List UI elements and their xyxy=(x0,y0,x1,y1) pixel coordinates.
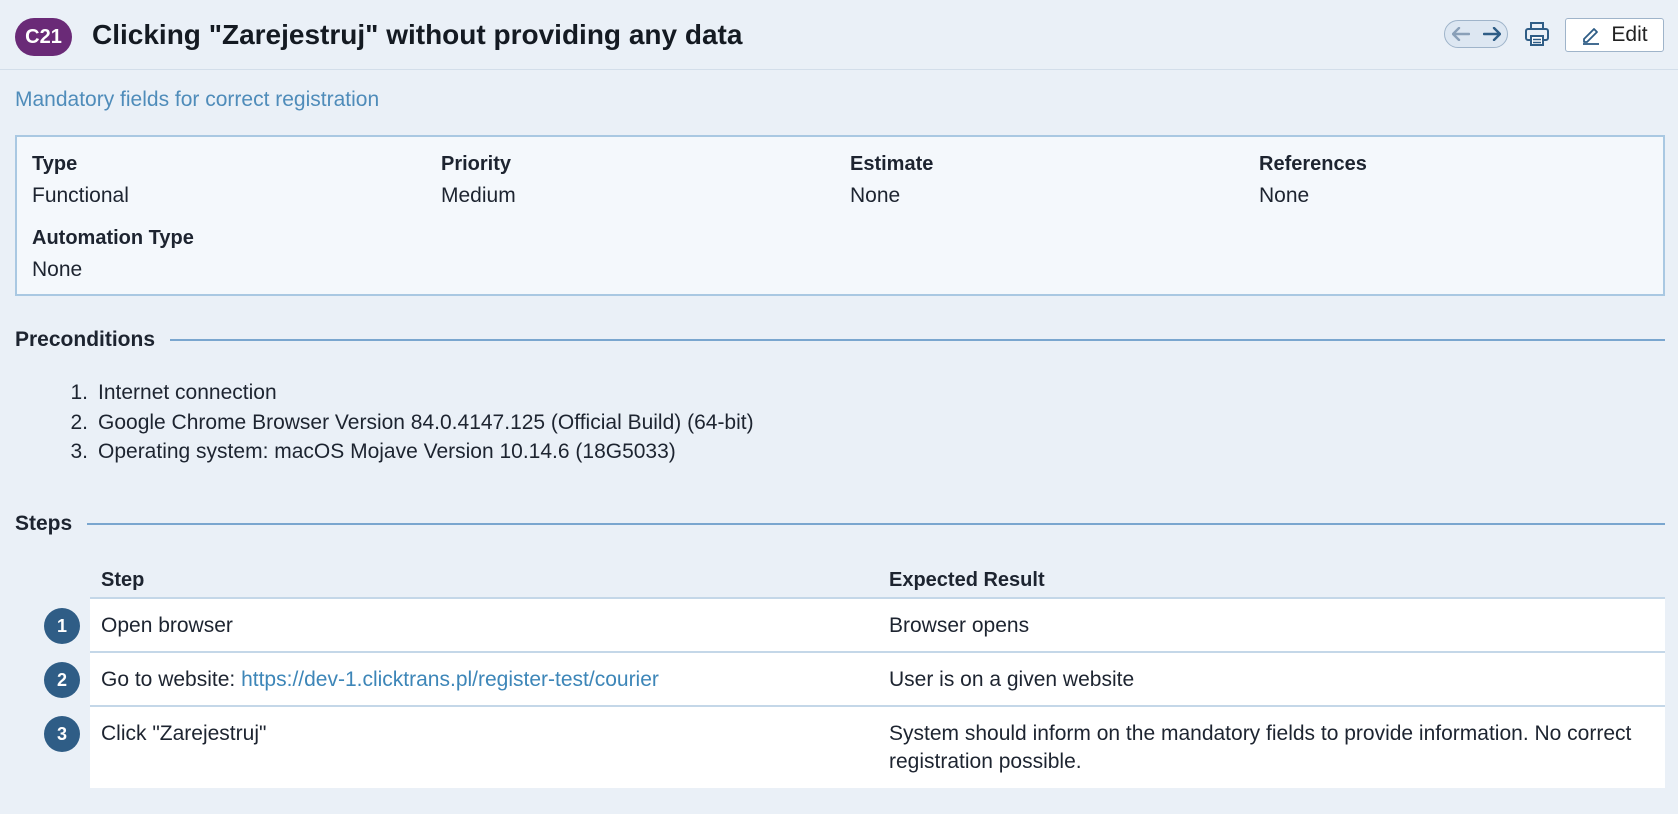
property-value: Functional xyxy=(32,184,129,207)
divider xyxy=(87,523,1665,525)
expected-result: System should inform on the mandatory fi… xyxy=(889,722,1632,773)
print-button[interactable] xyxy=(1523,20,1551,48)
step-text: Go to website: https://dev-1.clicktrans.… xyxy=(101,668,659,691)
property-value: None xyxy=(1259,184,1310,207)
step-text: Open browser xyxy=(101,614,233,637)
page-title: Clicking "Zarejestruj" without providing… xyxy=(92,19,743,50)
property-type: Type Functional xyxy=(32,153,129,208)
property-priority: Priority Medium xyxy=(441,153,516,208)
property-value: None xyxy=(850,184,901,207)
page-header: C21 Clicking "Zarejestruj" without provi… xyxy=(0,0,1678,70)
property-label: Automation Type xyxy=(32,227,194,249)
list-item: 1. Internet connection xyxy=(70,381,277,404)
table-row: 2 Go to website: https://dev-1.clicktran… xyxy=(44,653,1665,707)
previous-case-button[interactable] xyxy=(1445,21,1476,47)
website-link[interactable]: https://dev-1.clicktrans.pl/register-tes… xyxy=(241,668,659,691)
section-subtitle: Mandatory fields for correct registratio… xyxy=(15,88,380,111)
edit-button-label: Edit xyxy=(1611,23,1648,46)
column-header-expected: Expected Result xyxy=(889,569,1045,591)
property-automation-type: Automation Type None xyxy=(32,227,194,282)
step-number-badge: 1 xyxy=(44,608,80,644)
expected-result: User is on a given website xyxy=(889,668,1135,691)
property-value: Medium xyxy=(441,184,516,207)
expected-result: Browser opens xyxy=(889,614,1030,637)
step-number-badge: 2 xyxy=(44,662,80,698)
edit-button[interactable]: Edit xyxy=(1565,18,1664,52)
next-case-button[interactable] xyxy=(1476,21,1507,47)
preconditions-title: Preconditions xyxy=(15,328,156,351)
steps-header: Steps xyxy=(15,512,1665,536)
navigation-group xyxy=(1444,20,1508,48)
property-label: Priority xyxy=(441,153,512,175)
property-value: None xyxy=(32,258,83,281)
printer-icon xyxy=(1525,22,1549,46)
property-references: References None xyxy=(1259,153,1367,208)
steps-title: Steps xyxy=(15,512,73,535)
property-estimate: Estimate None xyxy=(850,153,933,208)
properties-panel: Type Functional Priority Medium Estimate… xyxy=(15,135,1665,296)
property-label: References xyxy=(1259,153,1367,175)
arrow-right-icon xyxy=(1482,27,1501,41)
property-label: Estimate xyxy=(850,153,934,175)
column-header-step: Step xyxy=(101,569,145,591)
step-text: Click "Zarejestruj" xyxy=(101,722,267,745)
preconditions-header: Preconditions xyxy=(15,328,1665,352)
list-item: 3. Operating system: macOS Mojave Version… xyxy=(70,440,676,463)
preconditions-list: 1. Internet connection 2. Google Chrome Br… xyxy=(60,378,754,467)
table-row: 1 Open browser Browser opens xyxy=(44,599,1665,653)
case-id-badge: C21 xyxy=(15,18,72,56)
step-number-badge: 3 xyxy=(44,716,80,752)
divider xyxy=(170,339,1665,341)
pencil-icon xyxy=(1583,28,1600,45)
table-row: 3 Click "Zarejestruj" System should info… xyxy=(44,707,1665,788)
list-item: 2. Google Chrome Browser Version 84.0.414… xyxy=(70,410,754,434)
property-label: Type xyxy=(32,153,78,175)
arrow-left-icon xyxy=(1451,27,1470,41)
